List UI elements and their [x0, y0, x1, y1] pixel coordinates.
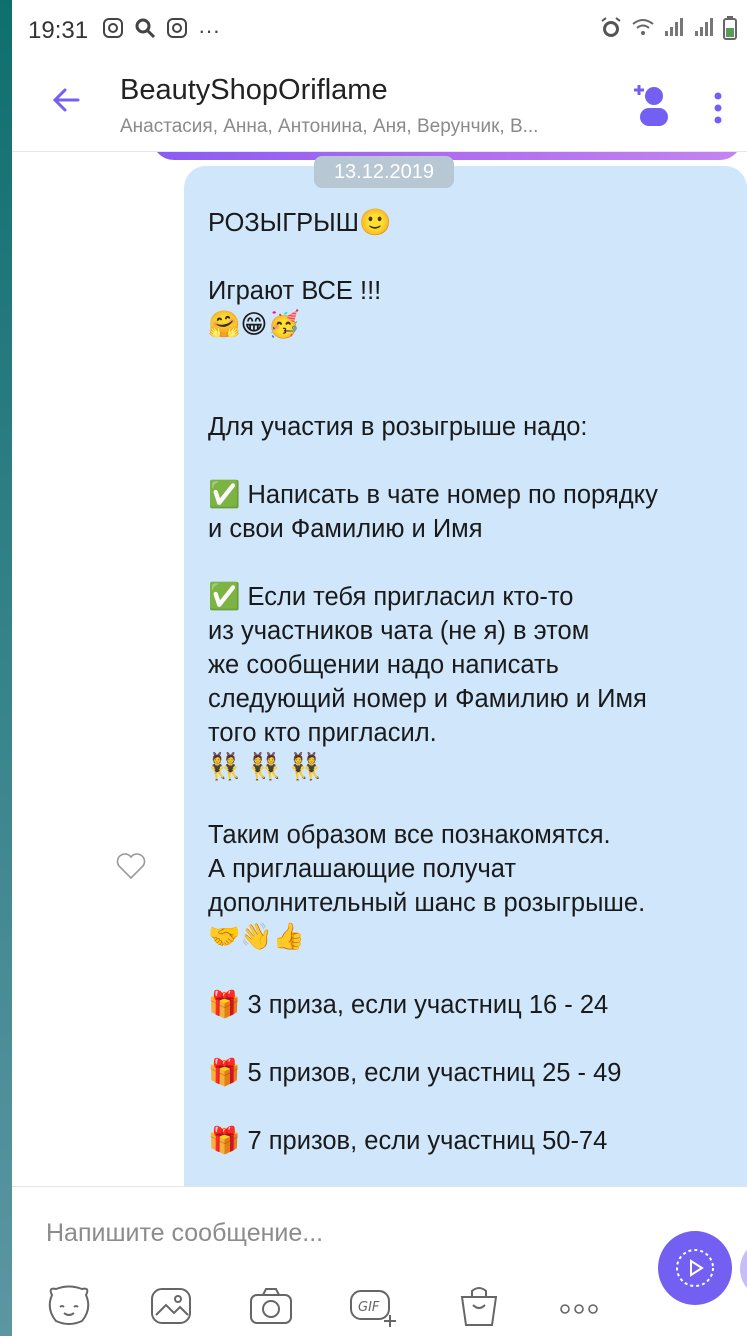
more-dots-icon: ···: [198, 18, 221, 43]
signal-icon: [663, 16, 685, 46]
voice-message-button[interactable]: [658, 1231, 732, 1305]
heart-icon: [116, 853, 146, 880]
gallery-icon: [151, 1288, 191, 1324]
gif-icon: GIF: [350, 1290, 396, 1327]
prize-line: 🎁 5 призов, если участниц 25 - 49: [208, 1056, 731, 1090]
checkmark-emoji: ✅: [208, 480, 241, 510]
message-text: 3 приза, если участниц 16 - 24: [247, 991, 609, 1019]
sticker-icon: [48, 1285, 90, 1325]
emoji-row: 👯 👯 👯: [208, 752, 322, 782]
message-text: 5 призов, если участниц 25 - 49: [247, 1059, 622, 1087]
more-vertical-icon: [714, 92, 722, 124]
message-input[interactable]: Напишите сообщение...: [46, 1219, 323, 1248]
gift-emoji: 🎁: [208, 1058, 241, 1088]
chat-header: BeautyShopOriflame Анастасия, Анна, Анто…: [12, 62, 747, 152]
like-button[interactable]: [116, 852, 146, 880]
rule-line: ✅ Если тебя пригласил кто-то: [208, 580, 731, 614]
message-text: 7 призов, если участниц 50-74: [247, 1127, 608, 1155]
svg-text:GIF: GIF: [358, 1300, 380, 1315]
message-text: дополнительный шанс в розыгрыше.: [208, 889, 646, 917]
message-text: следующий номер и Фамилию и Имя: [208, 685, 647, 713]
add-user-icon: [634, 85, 668, 126]
status-bar: 19:31 ···: [12, 0, 747, 62]
menu-button[interactable]: [708, 88, 728, 128]
message-text: Таким образом все познакомятся.: [208, 821, 611, 849]
message-text: Если тебя пригласил кто-то: [247, 583, 574, 611]
video-message-icon: [676, 1249, 714, 1287]
status-time: 19:31: [28, 17, 89, 44]
battery-icon: [723, 16, 737, 46]
message-bubble[interactable]: РОЗЫГРЫШ🙂 Играют ВСЕ !!! 🤗😁🥳 Для участия…: [184, 166, 747, 1186]
message-text: Написать в чате номер по порядку: [247, 481, 658, 509]
gift-emoji: 🎁: [208, 1126, 241, 1156]
signal-icon: [693, 16, 715, 46]
message-text: и свои Фамилию и Имя: [208, 515, 483, 543]
add-participant-button[interactable]: [630, 82, 678, 130]
shop-button[interactable]: [456, 1285, 502, 1327]
viber-chat-screen: 19:31 ··· BeautyShopOriflame Анастасия, …: [12, 0, 747, 1336]
more-options-button[interactable]: [556, 1285, 602, 1327]
more-icon: [560, 1304, 598, 1314]
sticker-button[interactable]: [46, 1285, 92, 1327]
instagram-icon: [166, 17, 188, 45]
search-icon: [134, 17, 156, 45]
message-text: того кто пригласил.: [208, 719, 437, 747]
checkmark-emoji: ✅: [208, 582, 241, 612]
gif-button[interactable]: GIF: [348, 1285, 396, 1327]
message-list[interactable]: 13.12.2019 РОЗЫГРЫШ🙂 Играют ВСЕ !!! 🤗😁🥳 …: [12, 152, 747, 1186]
message-text: Для участия в розыгрыше надо:: [208, 413, 588, 441]
message-text: же сообщении надо написать: [208, 651, 559, 679]
camera-button[interactable]: [248, 1285, 294, 1327]
instagram-icon: [102, 17, 124, 45]
emoji-row: 🤗😁🥳: [208, 310, 300, 340]
chat-title[interactable]: BeautyShopOriflame: [120, 74, 388, 107]
message-text: Играют ВСЕ !!!: [208, 277, 382, 305]
rule-line: ✅ Написать в чате номер по порядку: [208, 478, 731, 512]
message-title-line: РОЗЫГРЫШ🙂: [208, 206, 731, 240]
composer-toolbar: GIF: [12, 1279, 747, 1336]
message-text: А приглашающие получат: [208, 855, 517, 883]
status-right-icons: [599, 16, 737, 46]
message-title: РОЗЫГРЫШ: [208, 209, 360, 237]
prize-line: 🎁 3 приза, если участниц 16 - 24: [208, 988, 731, 1022]
back-button[interactable]: [48, 82, 88, 122]
camera-icon: [250, 1288, 292, 1324]
composer: Напишите сообщение... GIF: [12, 1186, 747, 1336]
arrow-left-icon: [52, 88, 80, 112]
date-chip: 13.12.2019: [314, 156, 454, 188]
chat-members[interactable]: Анастасия, Анна, Антонина, Аня, Верунчик…: [120, 116, 620, 138]
gallery-button[interactable]: [148, 1285, 194, 1327]
gift-emoji: 🎁: [208, 990, 241, 1020]
smile-emoji: 🙂: [359, 208, 392, 238]
shopping-bag-icon: [460, 1287, 498, 1326]
message-text: из участников чата (не я) в этом: [208, 617, 590, 645]
prize-line: 🎁 7 призов, если участниц 50-74: [208, 1124, 731, 1158]
alarm-icon: [599, 16, 623, 46]
wifi-icon: [631, 16, 655, 46]
emoji-row: 🤝👋👍: [208, 922, 306, 952]
